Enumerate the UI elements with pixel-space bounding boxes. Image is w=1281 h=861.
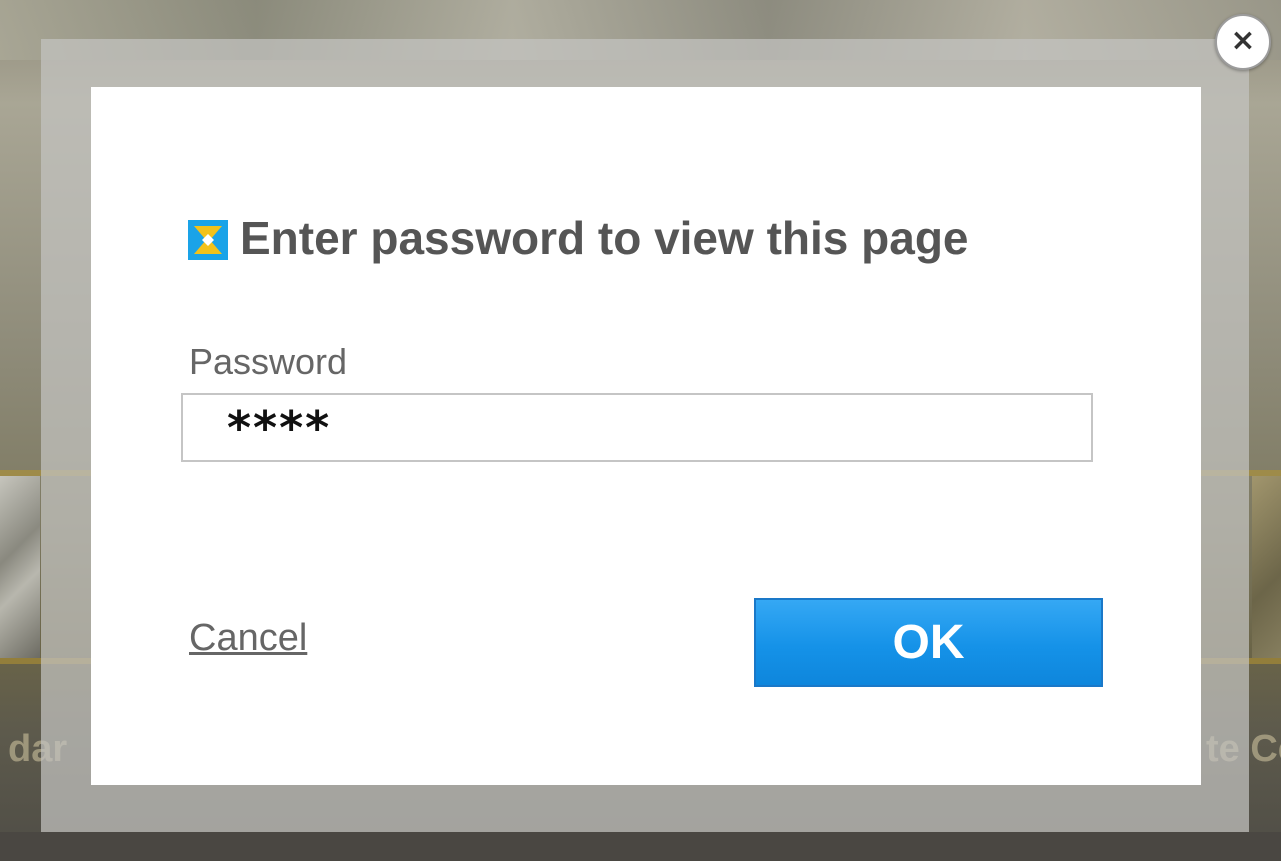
backdrop-footer bbox=[0, 832, 1281, 861]
password-label: Password bbox=[189, 341, 348, 382]
cancel-link[interactable]: Cancel bbox=[189, 617, 307, 660]
app-logo-icon bbox=[188, 220, 228, 260]
ok-button[interactable]: OK bbox=[754, 598, 1103, 687]
dialog-title: Enter password to view this page bbox=[240, 212, 969, 264]
backdrop-thumbnail-left bbox=[0, 476, 40, 658]
close-button[interactable]: × bbox=[1215, 14, 1271, 70]
backdrop-thumbnail-right bbox=[1252, 476, 1281, 658]
dialog-header: Enter password to view this page bbox=[188, 212, 969, 264]
close-icon: × bbox=[1230, 23, 1256, 58]
password-input[interactable] bbox=[181, 393, 1093, 462]
password-dialog: Enter password to view this page Passwor… bbox=[91, 87, 1201, 785]
